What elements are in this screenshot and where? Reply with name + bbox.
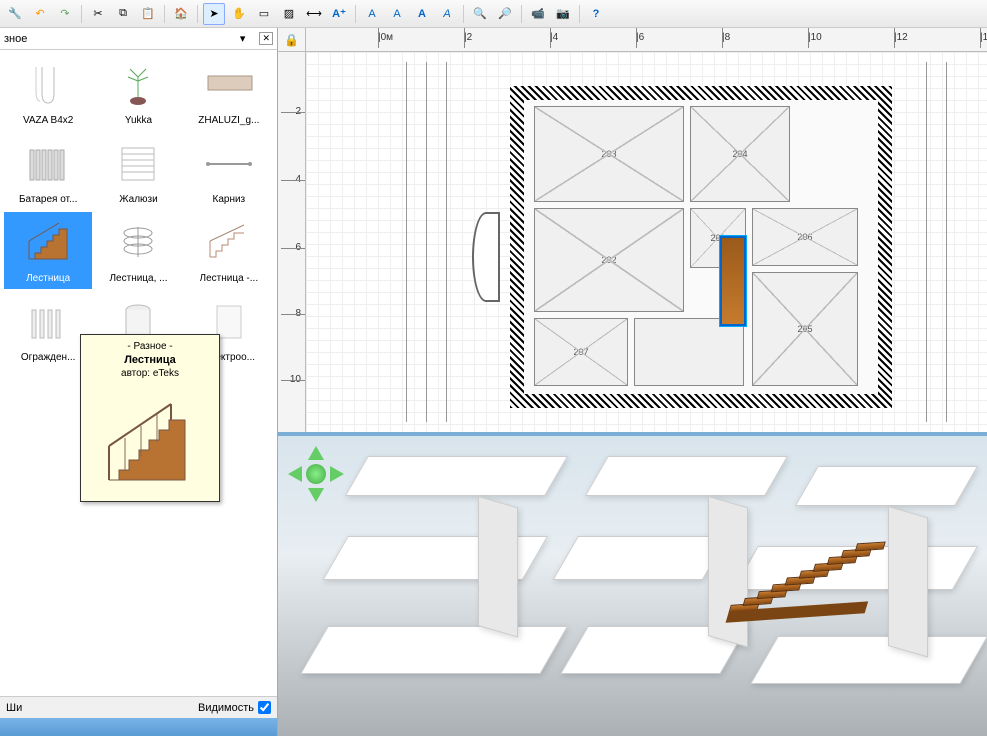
camera-icon[interactable]: 📹 — [527, 3, 549, 25]
visibility-checkbox[interactable] — [258, 701, 271, 714]
room-203[interactable]: 203 — [534, 106, 684, 202]
vertical-ruler: 2 4 6 8 10 12 — [278, 52, 306, 432]
item-tooltip: - Разное - Лестница автор: eTeks — [80, 334, 220, 502]
photo-icon[interactable]: 📷 — [552, 3, 574, 25]
undo-icon[interactable]: ↶ — [29, 3, 51, 25]
nav-center-icon[interactable] — [306, 464, 326, 484]
close-panel-icon[interactable]: ✕ — [259, 32, 273, 45]
room-202[interactable]: 202 — [534, 208, 684, 312]
catalog-item-rod[interactable]: Карниз — [185, 133, 273, 210]
horizontal-ruler: |0м |2 |4 |6 |8 |10 |12 |14 — [306, 28, 987, 52]
category-label: зное — [4, 33, 27, 45]
catalog-item-vaza[interactable]: VAZA B4x2 — [4, 54, 92, 131]
room-tool-icon[interactable]: ▨ — [278, 3, 300, 25]
selected-row[interactable] — [0, 718, 277, 736]
catalog-item-blinds[interactable]: Жалюзи — [94, 133, 182, 210]
catalog-item-stairs[interactable]: Лестница — [4, 212, 92, 289]
redo-icon[interactable]: ↷ — [54, 3, 76, 25]
furniture-catalog[interactable]: VAZA B4x2 Yukka ZHALUZI_g... Батарея от.… — [0, 50, 277, 696]
room-207[interactable]: 207 — [534, 318, 628, 386]
nav-up-icon[interactable] — [308, 446, 324, 460]
cut-icon[interactable]: ✂ — [87, 3, 109, 25]
width-col-label: Ши — [6, 702, 22, 714]
catalog-item-spiral[interactable]: Лестница, ... — [94, 212, 182, 289]
wrench-icon[interactable]: 🔧 — [4, 3, 26, 25]
help-icon[interactable]: ? — [585, 3, 607, 25]
text-style1-icon[interactable]: A — [361, 3, 383, 25]
catalog-item-zhaluzi[interactable]: ZHALUZI_g... — [185, 54, 273, 131]
stairs-object-plan[interactable] — [720, 236, 746, 326]
catalog-item-yukka[interactable]: Yukka — [94, 54, 182, 131]
3d-view[interactable] — [278, 436, 987, 736]
properties-bar: Ши Видимость — [0, 696, 277, 718]
room-206[interactable]: 206 — [752, 208, 858, 266]
nav-down-icon[interactable] — [308, 488, 324, 502]
walls-3d — [328, 456, 987, 736]
copy-icon[interactable]: ⧉ — [112, 3, 134, 25]
add-furniture-icon[interactable]: 🏠 — [170, 3, 192, 25]
paste-icon[interactable]: 📋 — [137, 3, 159, 25]
catalog-item-stairs2[interactable]: Лестница -... — [185, 212, 273, 289]
hand-icon[interactable]: ✋ — [228, 3, 250, 25]
lock-icon[interactable]: 🔒 — [284, 33, 299, 47]
stairs-object-3d[interactable] — [726, 541, 890, 621]
room-205[interactable]: 205 — [752, 272, 858, 386]
text-tool-icon[interactable]: A⁺ — [328, 3, 350, 25]
text-italic-icon[interactable]: A — [436, 3, 458, 25]
dimension-icon[interactable]: ⟷ — [303, 3, 325, 25]
floor-plan[interactable]: 203 204 202 201 206 205 207 — [486, 62, 916, 432]
visibility-label: Видимость — [198, 702, 254, 714]
cursor-icon[interactable]: ➤ — [203, 3, 225, 25]
catalog-item-radiator[interactable]: Батарея от... — [4, 133, 92, 210]
zoom-in-icon[interactable]: 🔍 — [469, 3, 491, 25]
furniture-panel: зное ▾ ✕ VAZA B4x2 Yukka ZHALUZI_g... — [0, 28, 278, 736]
nav-left-icon[interactable] — [288, 466, 302, 482]
zoom-out-icon[interactable]: 🔎 — [494, 3, 516, 25]
room-204[interactable]: 204 — [690, 106, 790, 202]
wall-tool-icon[interactable]: ▭ — [253, 3, 275, 25]
dropdown-icon[interactable]: ▾ — [240, 32, 246, 45]
main-toolbar: 🔧 ↶ ↷ ✂ ⧉ 📋 🏠 ➤ ✋ ▭ ▨ ⟷ A⁺ A A A A 🔍 🔎 📹… — [0, 0, 987, 28]
text-style2-icon[interactable]: A — [386, 3, 408, 25]
text-bold-icon[interactable]: A — [411, 3, 433, 25]
plan-view[interactable]: 🔒 |0м |2 |4 |6 |8 |10 |12 |14 2 4 6 8 10… — [278, 28, 987, 436]
